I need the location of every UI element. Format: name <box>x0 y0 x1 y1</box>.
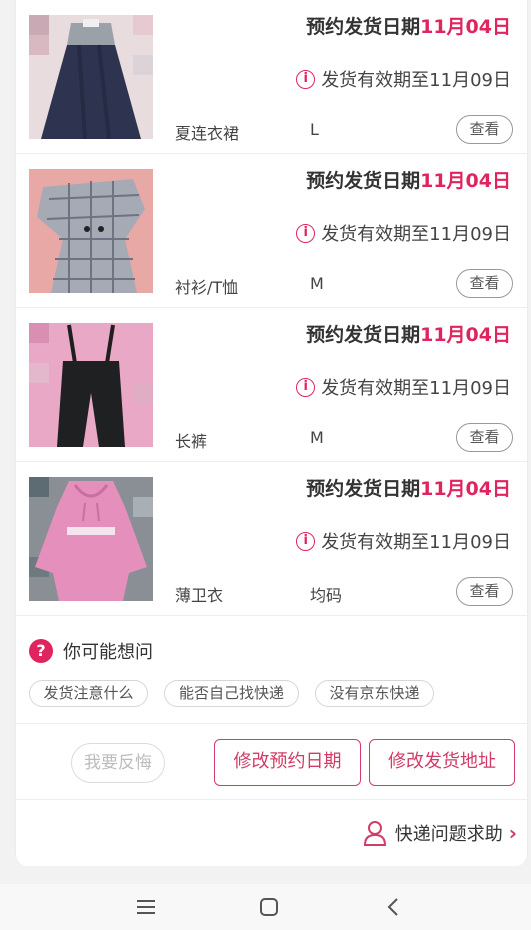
back-icon[interactable] <box>383 897 403 917</box>
order-card: 预约发货日期11月04日 i 发货有效期至11月09日 夏连衣裙 L 查看 预约… <box>15 0 528 866</box>
list-item: 预约发货日期11月04日 i 发货有效期至11月09日 长裤 M 查看 <box>16 308 527 462</box>
item-category: 长裤 <box>175 432 208 451</box>
item-category: 薄卫衣 <box>175 586 224 605</box>
action-bar: 我要反悔 修改预约日期 修改发货地址 <box>16 724 527 800</box>
faq-header: ? 你可能想问 <box>29 638 153 664</box>
item-category: 夏连衣裙 <box>175 124 240 143</box>
faq-chip-own-courier[interactable]: 能否自己找快递 <box>164 680 299 707</box>
change-date-button[interactable]: 修改预约日期 <box>214 739 361 786</box>
view-button[interactable]: 查看 <box>456 577 513 606</box>
courier-help-link[interactable]: 快递问题求助 › <box>363 820 517 846</box>
change-address-button[interactable]: 修改发货地址 <box>369 739 515 786</box>
home-icon[interactable] <box>259 897 279 917</box>
item-size: L <box>310 120 319 139</box>
user-icon <box>363 821 386 846</box>
ship-date: 11月04日 <box>420 16 511 38</box>
validity-row: i 发货有效期至11月09日 <box>296 220 511 246</box>
ship-date: 11月04日 <box>420 478 511 500</box>
validity-text: 发货有效期至11月09日 <box>321 70 511 91</box>
validity-row: i 发货有效期至11月09日 <box>296 374 511 400</box>
item-image-pink-hoodie[interactable] <box>29 477 153 601</box>
ship-date: 11月04日 <box>420 170 511 192</box>
info-icon: i <box>296 223 316 243</box>
info-icon: i <box>296 69 316 89</box>
item-size: M <box>310 274 324 293</box>
info-icon: i <box>296 531 316 551</box>
item-category: 衬衫/T恤 <box>175 278 239 297</box>
item-size: M <box>310 428 324 447</box>
faq-section: ? 你可能想问 发货注意什么 能否自己找快递 没有京东快递 <box>16 618 527 724</box>
question-icon: ? <box>29 639 53 663</box>
ship-date: 11月04日 <box>420 324 511 346</box>
ship-title: 预约发货日期11月04日 <box>306 478 511 500</box>
validity-text: 发货有效期至11月09日 <box>321 224 511 245</box>
ship-title: 预约发货日期11月04日 <box>306 324 511 346</box>
system-nav-bar <box>0 884 531 930</box>
list-item: 预约发货日期11月04日 i 发货有效期至11月09日 薄卫衣 均码 查看 <box>16 462 527 616</box>
item-image-plaid-top[interactable] <box>29 169 153 293</box>
faq-chip-no-jd-express[interactable]: 没有京东快递 <box>315 680 434 707</box>
validity-text: 发货有效期至11月09日 <box>321 532 511 553</box>
validity-row: i 发货有效期至11月09日 <box>296 528 511 554</box>
faq-title: 你可能想问 <box>63 642 153 663</box>
ship-title: 预约发货日期11月04日 <box>306 170 511 192</box>
faq-chip-shipping-notes[interactable]: 发货注意什么 <box>29 680 148 707</box>
list-item: 预约发货日期11月04日 i 发货有效期至11月09日 夏连衣裙 L 查看 <box>16 0 527 154</box>
item-size: 均码 <box>310 586 343 605</box>
list-item: 预约发货日期11月04日 i 发货有效期至11月09日 衬衫/T恤 M 查看 <box>16 154 527 308</box>
view-button[interactable]: 查看 <box>456 269 513 298</box>
validity-text: 发货有效期至11月09日 <box>321 378 511 399</box>
info-icon: i <box>296 377 316 397</box>
validity-row: i 发货有效期至11月09日 <box>296 66 511 92</box>
item-image-dress[interactable] <box>29 15 153 139</box>
view-button[interactable]: 查看 <box>456 423 513 452</box>
chevron-right-icon: › <box>508 821 517 845</box>
view-button[interactable]: 查看 <box>456 115 513 144</box>
courier-help-label: 快递问题求助 <box>394 824 503 845</box>
regret-button[interactable]: 我要反悔 <box>71 743 165 783</box>
item-image-black-overalls[interactable] <box>29 323 153 447</box>
menu-icon[interactable] <box>136 897 156 917</box>
ship-title: 预约发货日期11月04日 <box>306 16 511 38</box>
